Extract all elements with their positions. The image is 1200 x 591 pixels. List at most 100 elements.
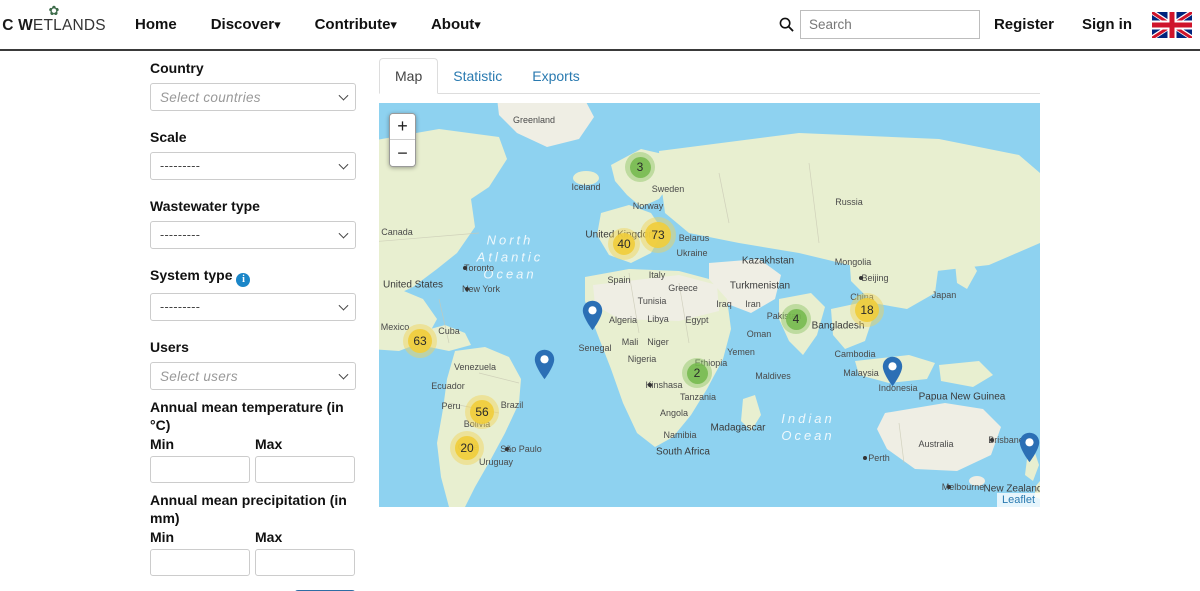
nav-item-contribute[interactable]: Contribute▾ (298, 16, 414, 33)
map-cluster-marker[interactable]: 18 (850, 293, 884, 327)
map-place-label: Namibia (663, 430, 697, 440)
map-location-pin[interactable] (882, 356, 903, 392)
nav-item-home[interactable]: Home (118, 16, 194, 33)
chevron-down-icon (338, 228, 349, 239)
nav-item-about[interactable]: About▾ (414, 16, 498, 33)
map-cluster-marker[interactable]: 73 (640, 217, 676, 253)
map-place-label: Perth (868, 453, 890, 463)
precipitation-label: Annual mean precipitation (in mm) (150, 492, 347, 526)
temperature-min-input[interactable] (150, 456, 250, 483)
map-place-label: Russia (835, 197, 863, 207)
search-icon[interactable] (774, 17, 800, 32)
map-place-label: Peru (441, 401, 461, 411)
map-ocean-label: Indian Ocean (781, 411, 835, 443)
map-place-label: United States (382, 279, 444, 291)
system-type-label-text: System type (150, 267, 233, 283)
users-select[interactable]: Select users (150, 362, 356, 390)
map-place-label: Niger (647, 337, 669, 347)
register-link[interactable]: Register (980, 16, 1068, 33)
chevron-down-icon: ▾ (390, 17, 397, 32)
map-cluster-marker[interactable]: 4 (781, 304, 811, 334)
map-place-label: Sweden (651, 184, 685, 194)
filter-sidebar: Country Select countries Scale ---------… (150, 59, 356, 591)
map-city-dot (505, 447, 509, 451)
map-cluster-count: 73 (645, 222, 671, 248)
map-cluster-marker[interactable]: 40 (608, 228, 640, 260)
map-place-label: Yemen (727, 347, 755, 357)
map-place-label: Mongolia (834, 257, 872, 267)
nav-item-about-label: About (430, 16, 475, 33)
map-place-label: Greenland (512, 115, 556, 125)
zoom-in-button[interactable]: + (390, 114, 415, 140)
country-label: Country (150, 60, 204, 76)
map-city-dot (863, 456, 867, 460)
map-location-pin[interactable] (534, 349, 555, 385)
temperature-max-input[interactable] (255, 456, 355, 483)
map-place-label: Beijing (861, 273, 889, 283)
map-place-label: Papua New Guinea (918, 391, 1006, 403)
leaflet-attribution[interactable]: Leaflet (996, 493, 1040, 507)
map-place-label: Canada (381, 227, 413, 237)
country-select-value: Select countries (160, 89, 261, 105)
country-select[interactable]: Select countries (150, 83, 356, 111)
map-cluster-marker[interactable]: 2 (682, 358, 712, 388)
map-cluster-marker[interactable]: 20 (450, 431, 484, 465)
tab-bar: Map Statistic Exports (379, 58, 1040, 94)
map-place-label: Tanzania (679, 392, 717, 402)
map-place-label: Venezuela (453, 362, 497, 372)
map-cluster-marker[interactable]: 63 (403, 324, 437, 358)
map-place-label: Norway (632, 201, 664, 211)
map-place-label: Cambodia (834, 349, 876, 359)
precipitation-min-input[interactable] (150, 549, 250, 576)
page-body: Country Select countries Scale ---------… (0, 51, 1200, 591)
precipitation-max-input[interactable] (255, 549, 355, 576)
nav-item-discover[interactable]: Discover▾ (194, 16, 298, 33)
wastewater-type-label: Wastewater type (150, 198, 260, 214)
map-place-label: Turkmenistan (729, 280, 791, 292)
map-cluster-marker[interactable]: 3 (625, 152, 655, 182)
system-type-select[interactable]: --------- (150, 293, 356, 321)
map-city-dot (859, 276, 863, 280)
map-cluster-count: 3 (629, 156, 651, 178)
precipitation-max-label: Max (255, 529, 283, 545)
tab-exports[interactable]: Exports (517, 59, 594, 93)
map-cluster-count: 2 (686, 362, 708, 384)
signin-link[interactable]: Sign in (1068, 16, 1146, 33)
site-header: ✿ C WETLANDS Home Discover▾ Contribute▾ … (0, 0, 1200, 51)
scale-select[interactable]: --------- (150, 152, 356, 180)
site-logo[interactable]: ✿ C WETLANDS (2, 4, 105, 46)
wastewater-type-select[interactable]: --------- (150, 221, 356, 249)
chevron-down-icon (338, 159, 349, 170)
nav-item-home-label: Home (135, 16, 177, 33)
header-actions: Register Sign in (774, 10, 1192, 39)
map-place-label: Iceland (571, 182, 601, 192)
world-map[interactable]: + − Greenland Iceland Canada United States M… (379, 103, 1040, 507)
map-location-pin[interactable] (582, 300, 603, 336)
tab-map[interactable]: Map (379, 58, 439, 94)
search-input[interactable] (799, 10, 980, 39)
tab-statistic[interactable]: Statistic (438, 59, 517, 93)
map-cluster-count: 4 (785, 308, 807, 330)
chevron-down-icon: ▾ (474, 17, 481, 32)
temperature-label: Annual mean temperature (in °C) (150, 399, 344, 433)
map-place-label: Malaysia (843, 368, 879, 378)
map-place-label: Spain (607, 275, 631, 285)
map-place-label: Tunisia (637, 296, 667, 306)
precipitation-minmax-labels: Min Max (150, 529, 356, 545)
info-icon[interactable]: i (236, 273, 251, 287)
united-kingdom-flag-icon[interactable] (1152, 11, 1192, 38)
zoom-out-button[interactable]: − (390, 140, 415, 166)
map-city-dot (463, 266, 467, 270)
temperature-minmax-labels: Min Max (150, 436, 356, 452)
map-place-label: Uruguay (478, 457, 514, 467)
map-place-label: Nigeria (627, 354, 657, 364)
map-cluster-marker[interactable]: 56 (465, 395, 499, 429)
temperature-inputs (150, 456, 356, 483)
scale-select-value: --------- (160, 159, 201, 173)
map-place-label: Cuba (438, 326, 460, 336)
chevron-down-icon: ▾ (274, 17, 281, 32)
map-location-pin[interactable] (1019, 432, 1040, 468)
map-cluster-count: 40 (612, 232, 636, 256)
map-place-label: Maldives (755, 371, 791, 381)
map-ocean-label: North Atlantic Ocean (476, 232, 544, 282)
